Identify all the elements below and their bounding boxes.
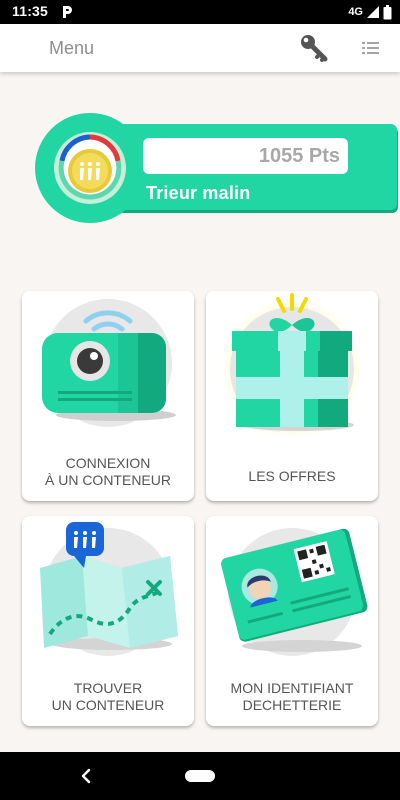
tile-label: TROUVER UN CONTENEUR bbox=[22, 680, 194, 714]
tile-label-line2: À UN CONTENEUR bbox=[44, 472, 171, 488]
tile-label-line1: CONNEXION bbox=[65, 455, 151, 471]
tile-label-line1: LES OFFRES bbox=[248, 468, 336, 484]
status-bar: 11:35 4G bbox=[0, 0, 400, 24]
notification-p-icon bbox=[63, 6, 72, 18]
key-icon[interactable] bbox=[298, 32, 330, 64]
level-title: Trieur malin bbox=[146, 183, 251, 203]
camera-icon bbox=[42, 299, 176, 427]
back-icon[interactable] bbox=[76, 764, 96, 788]
signal-icon bbox=[367, 6, 379, 18]
connect-container-tile[interactable]: CONNEXION À UN CONTENEUR bbox=[22, 291, 194, 501]
score-card[interactable]: 1055 Pts Trieur malin bbox=[35, 113, 397, 223]
map-icon bbox=[40, 522, 178, 656]
offers-tile[interactable]: LES OFFRES bbox=[206, 291, 378, 501]
battery-icon bbox=[383, 4, 392, 19]
home-button[interactable] bbox=[185, 770, 215, 782]
recycling-center-id-tile[interactable]: MON IDENTIFIANT DECHETTERIE bbox=[206, 516, 378, 726]
app-bar: Menu bbox=[0, 24, 400, 72]
tile-label: CONNEXION À UN CONTENEUR bbox=[22, 455, 194, 489]
points-value: 1055 Pts bbox=[258, 145, 340, 167]
tile-label-line1: MON IDENTIFIANT bbox=[230, 680, 354, 696]
tile-label-line2: DECHETTERIE bbox=[242, 697, 342, 713]
find-container-tile[interactable]: TROUVER UN CONTENEUR bbox=[22, 516, 194, 726]
points-pill: 1055 Pts bbox=[143, 138, 348, 174]
tile-label-line2: UN CONTENEUR bbox=[51, 697, 165, 713]
id-card-icon bbox=[221, 528, 368, 656]
list-icon[interactable] bbox=[360, 38, 382, 58]
tile-label: MON IDENTIFIANT DECHETTERIE bbox=[206, 680, 378, 714]
app-bar-title: Menu bbox=[49, 38, 95, 58]
medal-icon bbox=[54, 132, 126, 204]
navigation-bar bbox=[0, 752, 400, 800]
tile-label: LES OFFRES bbox=[206, 468, 378, 485]
network-label: 4G bbox=[348, 6, 363, 18]
gift-icon bbox=[218, 293, 366, 441]
tile-label-line1: TROUVER bbox=[73, 680, 143, 696]
status-time: 11:35 bbox=[12, 3, 49, 19]
